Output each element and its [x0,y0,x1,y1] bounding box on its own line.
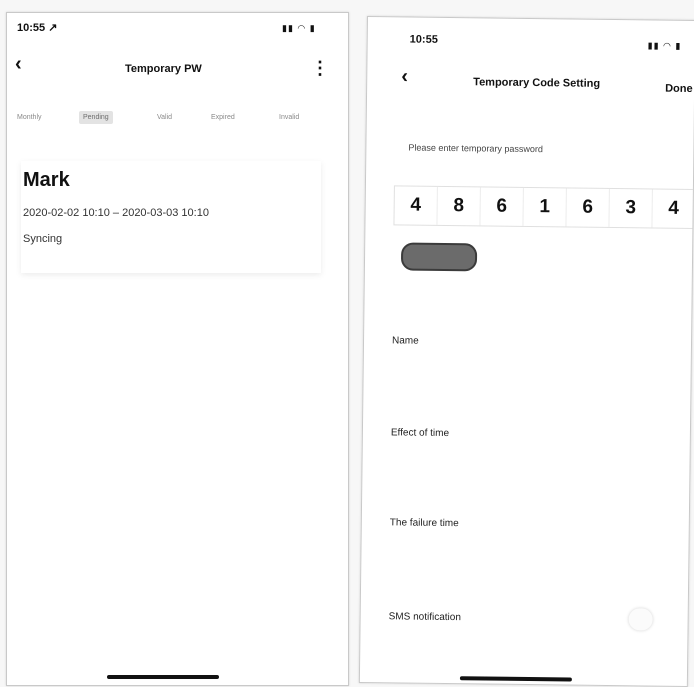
code-digit: 8 [437,186,481,226]
page-title: Temporary PW [125,63,202,75]
generate-code-button[interactable] [400,242,478,272]
home-indicator [459,676,572,682]
tab-valid[interactable]: Valid [153,111,176,124]
page-title: Temporary Code Setting [473,76,601,90]
code-digit: 4 [668,197,680,219]
status-icons: ▮▮ ◠ ▮ [647,40,682,51]
back-icon[interactable]: ‹ [401,65,408,88]
password-prompt: Please enter temporary password [408,142,544,155]
sms-notification-label: SMS notification [388,611,461,624]
effect-time-label: Effect of time [390,427,450,440]
code-digit: 4 [394,186,438,225]
done-button[interactable]: Done [665,83,693,95]
sms-notification-toggle[interactable] [628,608,653,631]
back-icon[interactable]: ‹ [15,53,22,76]
phone-right-screen: 10:55 ▮▮ ◠ ▮ ‹ Temporary Code Setting Do… [358,16,694,687]
status-time: 10:55 [409,33,438,46]
tab-expired[interactable]: Expired [207,111,239,124]
more-options-icon[interactable]: ⋮ [311,58,329,79]
record-validity-range: 2020-02-02 10:10 – 2020-03-03 10:10 [23,207,209,219]
tab-invalid[interactable]: Invalid [275,111,303,124]
status-time: 10:55 ↗ [17,22,58,34]
code-digit: 6 [566,188,610,227]
temporary-code-display[interactable]: 4 8 6 1 6 3 4 [393,185,694,230]
code-digit: 3 [609,188,653,228]
code-digit: 6 [480,187,524,226]
phone-left-screen: 10:55 ↗ ▮▮ ◠ ▮ ‹ Temporary PW ⋮ Monthly … [6,12,349,686]
record-name: Mark [23,169,70,191]
code-digit: 1 [523,187,567,227]
name-field-label: Name [391,335,419,347]
tab-pending[interactable]: Pending [79,111,113,124]
status-icons: ▮▮ ◠ ▮ [282,23,316,33]
tab-monthly[interactable]: Monthly [13,111,46,124]
record-status: Syncing [23,233,63,245]
home-indicator [107,675,219,679]
filter-tabs: Monthly Pending Valid Expired Invalid [7,108,348,134]
failure-time-label: The failure time [389,517,459,530]
